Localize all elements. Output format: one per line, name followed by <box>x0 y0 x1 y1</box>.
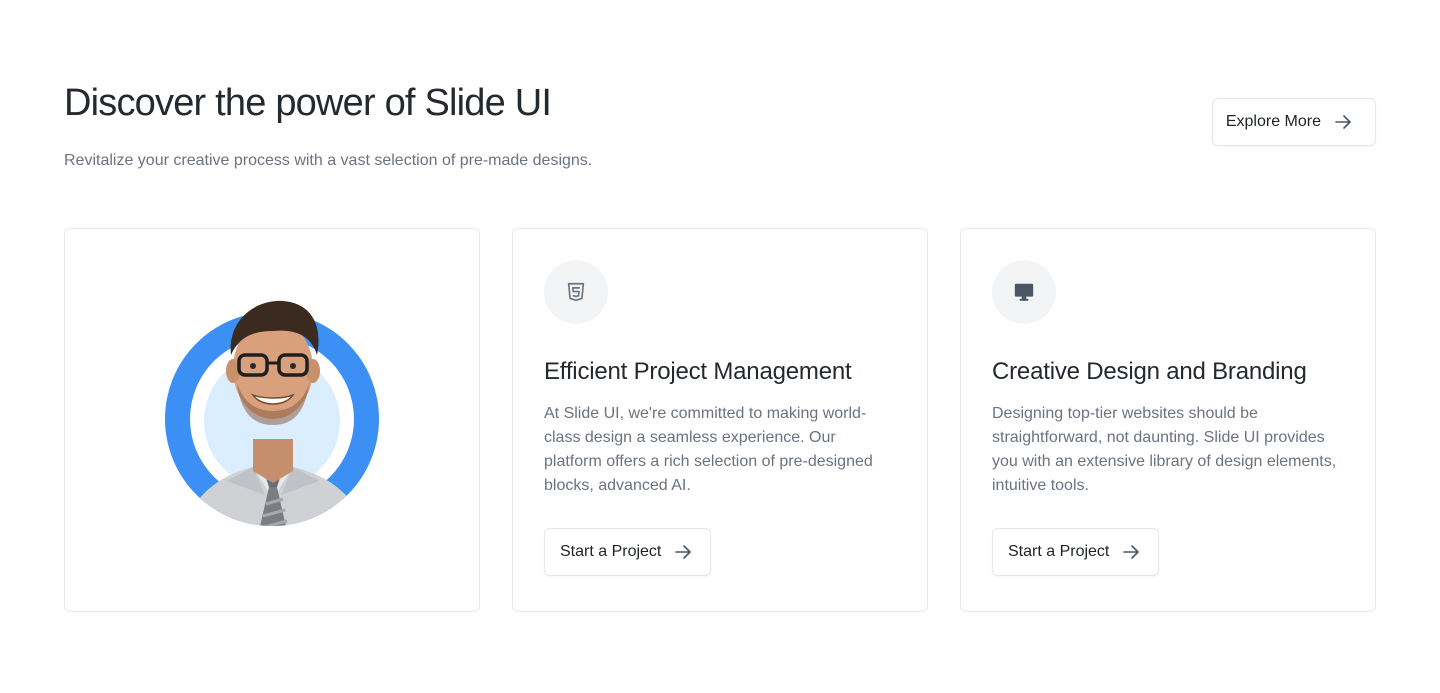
start-project-button[interactable]: Start a Project <box>544 528 712 576</box>
start-project-label: Start a Project <box>560 543 662 560</box>
arrow-right-icon <box>675 545 692 559</box>
feature-description: Designing top-tier websites should be st… <box>992 405 1337 494</box>
explore-more-button[interactable]: Explore More <box>1211 98 1376 146</box>
feature-description: At Slide UI, we're committed to making w… <box>544 405 873 494</box>
start-project-button[interactable]: Start a Project <box>992 528 1160 576</box>
feature-card-project-management: Efficient Project Management At Slide UI… <box>512 228 928 612</box>
page-subtitle: Revitalize your creative process with a … <box>64 152 593 169</box>
portrait-image <box>165 300 379 526</box>
feature-title: Efficient Project Management <box>544 358 852 385</box>
hero-header: Discover the power of Slide UI Revitaliz… <box>64 80 1376 172</box>
avatar <box>165 299 381 531</box>
explore-more-label: Explore More <box>1225 113 1321 130</box>
html5-icon <box>544 260 608 324</box>
start-project-label: Start a Project <box>1008 543 1110 560</box>
page-title: Discover the power of Slide UI <box>64 82 552 124</box>
feature-title: Creative Design and Branding <box>992 358 1307 385</box>
monitor-icon <box>992 260 1056 324</box>
arrow-right-icon <box>1335 115 1351 129</box>
portrait-card <box>64 228 480 612</box>
feature-cards: Efficient Project Management At Slide UI… <box>64 228 1376 612</box>
feature-card-design-branding: Creative Design and Branding Designing t… <box>960 228 1376 612</box>
arrow-right-icon <box>1123 545 1140 559</box>
